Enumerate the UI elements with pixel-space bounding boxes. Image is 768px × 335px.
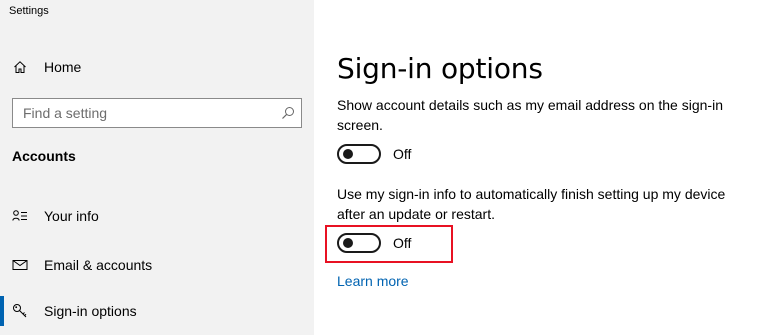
page-title: Sign-in options [337, 52, 543, 85]
toggle-knob [343, 238, 353, 248]
sidebar-item-label: Sign-in options [44, 303, 137, 319]
learn-more-link[interactable]: Learn more [337, 273, 409, 289]
toggle-state-label: Off [393, 235, 412, 251]
toggle-row-account-details: Off [337, 143, 411, 165]
sidebar: Settings Home Accounts Your info Email &… [0, 0, 314, 335]
search-box[interactable] [12, 98, 302, 128]
section-heading-accounts: Accounts [12, 148, 76, 164]
search-input[interactable] [13, 105, 275, 121]
sidebar-item-label: Your info [44, 208, 99, 224]
account-details-toggle[interactable] [337, 144, 381, 164]
sidebar-item-email-accounts[interactable]: Email & accounts [12, 254, 152, 276]
sidebar-item-your-info[interactable]: Your info [12, 205, 99, 227]
mail-icon [12, 257, 28, 273]
toggle-knob [343, 149, 353, 159]
person-list-icon [12, 208, 28, 224]
sidebar-item-label: Home [44, 59, 82, 75]
home-icon [12, 59, 28, 75]
sign-in-info-toggle[interactable] [337, 233, 381, 253]
key-icon [12, 303, 28, 319]
window-title: Settings [9, 5, 49, 17]
active-indicator [0, 296, 4, 326]
search-icon[interactable] [275, 99, 301, 127]
toggle-state-label: Off [393, 146, 412, 162]
sidebar-item-label: Email & accounts [44, 257, 153, 273]
main-content: Sign-in options Show account details suc… [314, 0, 768, 335]
sidebar-item-home[interactable]: Home [12, 56, 81, 78]
setting-description-account-details: Show account details such as my email ad… [337, 97, 723, 133]
toggle-row-sign-in-info: Off [337, 232, 411, 254]
setting-description-sign-in-info: Use my sign-in info to automatically fin… [337, 186, 726, 222]
sidebar-item-sign-in-options[interactable]: Sign-in options [12, 300, 137, 322]
